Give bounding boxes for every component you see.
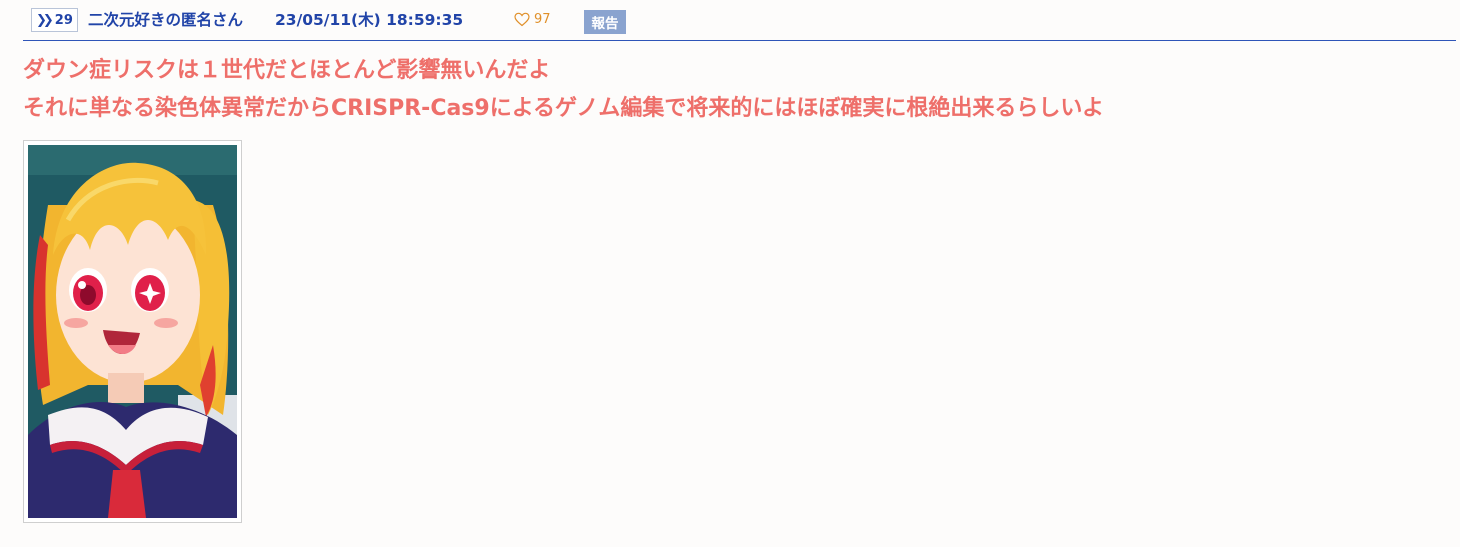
author-name: 二次元好きの匿名さん (88, 11, 244, 29)
like-button[interactable]: 97 (514, 7, 551, 31)
thread-post: ❯❯ 29 二次元好きの匿名さん 23/05/11(木) 18:59:35 97… (0, 0, 1460, 547)
reply-number: 29 (54, 12, 73, 28)
heart-outline-icon (514, 12, 530, 26)
anime-girl-image (28, 145, 237, 518)
post-body-line: それに単なる染色体異常だからCRISPR-Cas9によるゲノム編集で将来的にはほ… (23, 96, 1104, 121)
post-body-line: ダウン症リスクは１世代だとほとんど影響無いんだよ (23, 58, 551, 83)
post-body: ダウン症リスクは１世代だとほとんど影響無いんだよ それに単なる染色体異常だからC… (23, 52, 1443, 128)
report-button[interactable]: 報告 (584, 10, 626, 34)
post-image-thumbnail[interactable] (23, 140, 242, 523)
reply-number-button[interactable]: ❯❯ 29 (31, 8, 78, 32)
like-count: 97 (534, 11, 551, 27)
post-datetime: 23/05/11(木) 18:59:35 (275, 11, 464, 29)
post-header: ❯❯ 29 二次元好きの匿名さん 23/05/11(木) 18:59:35 97… (23, 4, 1456, 41)
double-chevron-right-icon: ❯❯ (36, 12, 54, 28)
